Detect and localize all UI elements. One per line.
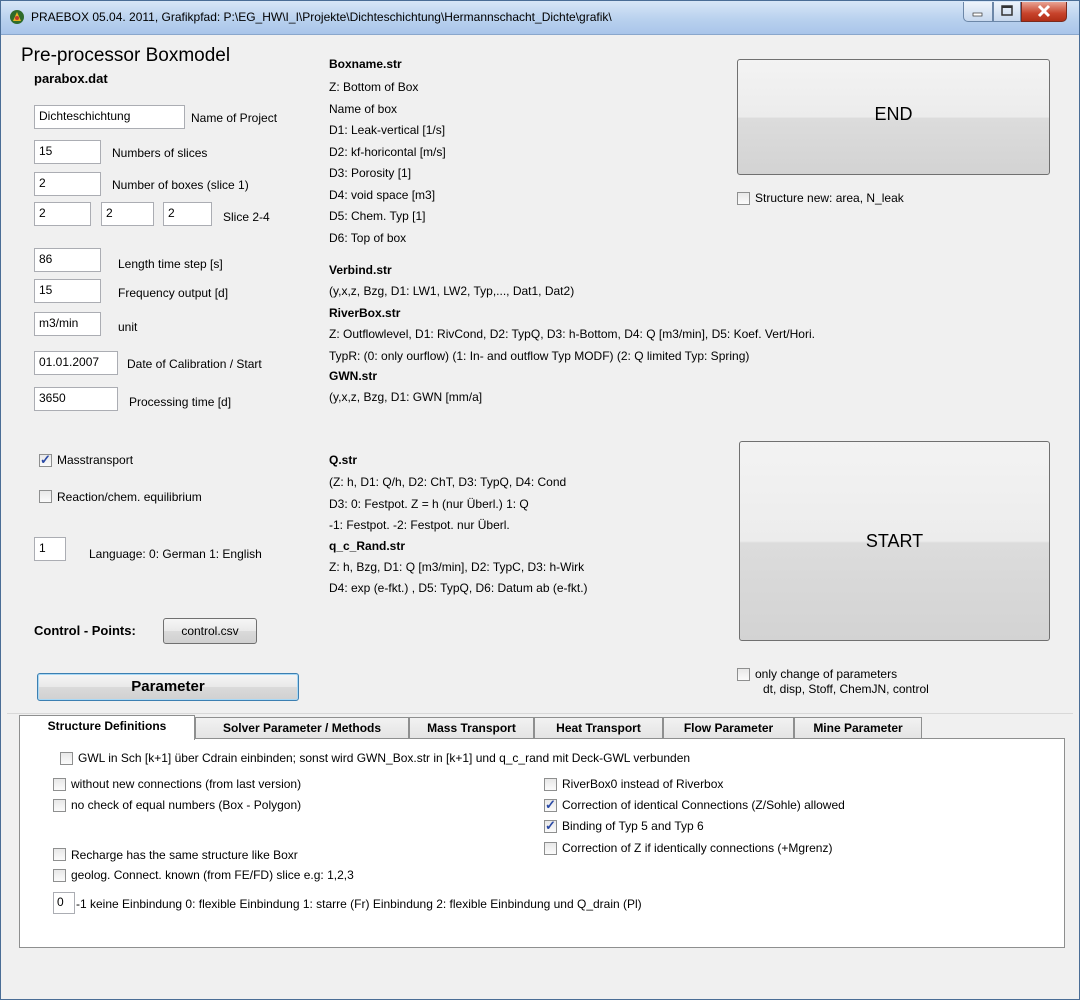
qc-line-2: D4: exp (e-fkt.) , D5: TypQ, D6: Datum a… <box>329 581 588 595</box>
only-change-checkbox[interactable] <box>737 668 750 681</box>
qc-line-1: Z: h, Bzg, D1: Q [m3/min], D2: TypC, D3:… <box>329 560 585 574</box>
reaction-label: Reaction/chem. equilibrium <box>57 490 202 504</box>
frequency-label: Frequency output [d] <box>118 286 229 300</box>
close-button[interactable] <box>1021 2 1067 22</box>
slice4-input[interactable]: 2 <box>163 202 212 226</box>
minimize-button[interactable] <box>963 2 993 22</box>
boxname-title: Boxname.str <box>329 57 402 71</box>
binding-label: Binding of Typ 5 and Typ 6 <box>562 819 704 833</box>
riverbox-line-1: Z: Outflowlevel, D1: RivCond, D2: TypQ, … <box>329 327 815 341</box>
page-title: Pre-processor Boxmodel <box>21 45 231 66</box>
q-line-2: D3: 0: Festpot. Z = h (nur Überl.) 1: Q <box>329 497 529 511</box>
boxes-label: Number of boxes (slice 1) <box>112 178 249 192</box>
tab-solver-parameter[interactable]: Solver Parameter / Methods <box>195 717 409 739</box>
gwl-checkbox[interactable] <box>60 752 73 765</box>
tab-structure-definitions[interactable]: Structure Definitions <box>19 715 195 740</box>
qc-title: q_c_Rand.str <box>329 539 406 553</box>
unit-input[interactable]: m3/min <box>34 312 101 336</box>
boxname-line: Z: Bottom of Box <box>329 80 419 94</box>
gwn-title: GWN.str <box>329 369 377 383</box>
correction-identical-label: Correction of identical Connections (Z/S… <box>562 798 845 812</box>
correction-z-checkbox[interactable] <box>544 842 557 855</box>
boxname-line: D5: Chem. Typ [1] <box>329 209 426 223</box>
verbind-line: (y,x,z, Bzg, D1: LW1, LW2, Typ,..., Dat1… <box>329 284 575 298</box>
tab-heat-transport[interactable]: Heat Transport <box>534 717 663 739</box>
file-subheading: parabox.dat <box>34 71 108 86</box>
correction-z-label: Correction of Z if identically connectio… <box>562 841 833 855</box>
riverbox-line-2: TypR: (0: only ourflow) (1: In- and outf… <box>329 349 750 363</box>
date-label: Date of Calibration / Start <box>127 357 262 371</box>
title-bar[interactable]: PRAEBOX 05.04. 2011, Grafikpfad: P:\EG_H… <box>1 1 1079 35</box>
app-icon <box>10 10 24 24</box>
recharge-label: Recharge has the same structure like Box… <box>71 848 298 862</box>
main-window: PRAEBOX 05.04. 2011, Grafikpfad: P:\EG_H… <box>0 0 1080 1000</box>
reaction-checkbox[interactable] <box>39 490 52 503</box>
tab-flow-parameter[interactable]: Flow Parameter <box>663 717 794 739</box>
structure-new-label: Structure new: area, N_leak <box>755 191 904 205</box>
correction-identical-checkbox[interactable] <box>544 797 557 813</box>
unit-label: unit <box>118 320 138 334</box>
close-icon <box>1037 4 1051 18</box>
masstransport-checkbox[interactable] <box>39 452 52 468</box>
without-new-label: without new connections (from last versi… <box>71 777 302 791</box>
riverbox-title: RiverBox.str <box>329 306 401 320</box>
only-change-label-1: only change of parameters <box>755 667 898 681</box>
no-check-label: no check of equal numbers (Box - Polygon… <box>71 798 302 812</box>
minimize-icon <box>972 12 983 17</box>
einbindung-label: -1 keine Einbindung 0: flexible Einbindu… <box>76 897 642 911</box>
date-input[interactable]: 01.01.2007 <box>34 351 118 375</box>
project-name-label: Name of Project <box>191 111 278 125</box>
slices-label: Numbers of slices <box>112 146 208 160</box>
timestep-label: Length time step [s] <box>118 257 223 271</box>
binding-checkbox[interactable] <box>544 818 557 834</box>
slice2-input[interactable]: 2 <box>34 202 91 226</box>
tab-page-structure-definitions: GWL in Sch [k+1] über Cdrain einbinden; … <box>19 738 1065 948</box>
recharge-checkbox[interactable] <box>53 848 66 861</box>
frequency-input[interactable]: 15 <box>34 279 101 303</box>
riverbox0-checkbox[interactable] <box>544 778 557 791</box>
tab-mass-transport[interactable]: Mass Transport <box>409 717 534 739</box>
q-line-1: (Z: h, D1: Q/h, D2: ChT, D3: TypQ, D4: C… <box>329 475 567 489</box>
gwn-line: (y,x,z, Bzg, D1: GWN [mm/a] <box>329 390 483 404</box>
processing-time-input[interactable]: 3650 <box>34 387 118 411</box>
window-title: PRAEBOX 05.04. 2011, Grafikpfad: P:\EG_H… <box>31 10 612 24</box>
q-title: Q.str <box>329 453 358 467</box>
boxname-line: D4: void space [m3] <box>329 187 436 202</box>
language-input[interactable]: 1 <box>34 537 66 561</box>
maximize-button[interactable] <box>993 2 1021 22</box>
boxes-input[interactable]: 2 <box>34 172 101 196</box>
end-button[interactable]: END <box>737 59 1050 175</box>
verbind-title: Verbind.str <box>329 263 392 277</box>
project-name-input[interactable]: Dichteschichtung <box>34 105 185 129</box>
q-line-3: -1: Festpot. -2: Festpot. nur Überl. <box>329 518 510 532</box>
control-points-label: Control - Points: <box>34 623 136 638</box>
only-change-label-2: dt, disp, Stoff, ChemJN, control <box>763 682 929 696</box>
structure-new-checkbox[interactable] <box>737 192 750 205</box>
einbindung-input[interactable]: 0 <box>53 892 75 914</box>
gwl-label: GWL in Sch [k+1] über Cdrain einbinden; … <box>78 751 691 765</box>
boxname-line: D6: Top of box <box>329 230 407 245</box>
without-new-checkbox[interactable] <box>53 778 66 791</box>
tab-mine-parameter[interactable]: Mine Parameter <box>794 717 922 739</box>
slice24-label: Slice 2-4 <box>223 210 270 224</box>
boxname-line: D2: kf-horicontal [m/s] <box>329 144 446 159</box>
geolog-label: geolog. Connect. known (from FE/FD) slic… <box>71 868 354 882</box>
processing-time-label: Processing time [d] <box>129 395 232 409</box>
start-button[interactable]: START <box>739 441 1050 641</box>
divider <box>7 713 1073 714</box>
riverbox0-label: RiverBox0 instead of Riverbox <box>562 777 724 791</box>
parameter-button[interactable]: Parameter <box>37 673 299 701</box>
slice3-input[interactable]: 2 <box>101 202 154 226</box>
language-label: Language: 0: German 1: English <box>89 547 262 561</box>
boxname-line: Name of box <box>329 101 398 116</box>
no-check-checkbox[interactable] <box>53 799 66 812</box>
maximize-icon <box>1001 5 1013 16</box>
slices-input[interactable]: 15 <box>34 140 101 164</box>
timestep-input[interactable]: 86 <box>34 248 101 272</box>
boxname-line: D3: Porosity [1] <box>329 166 412 180</box>
control-csv-button[interactable]: control.csv <box>163 618 257 644</box>
masstransport-label: Masstransport <box>57 453 134 467</box>
boxname-line: D1: Leak-vertical [1/s] <box>329 123 446 137</box>
geolog-checkbox[interactable] <box>53 869 66 882</box>
